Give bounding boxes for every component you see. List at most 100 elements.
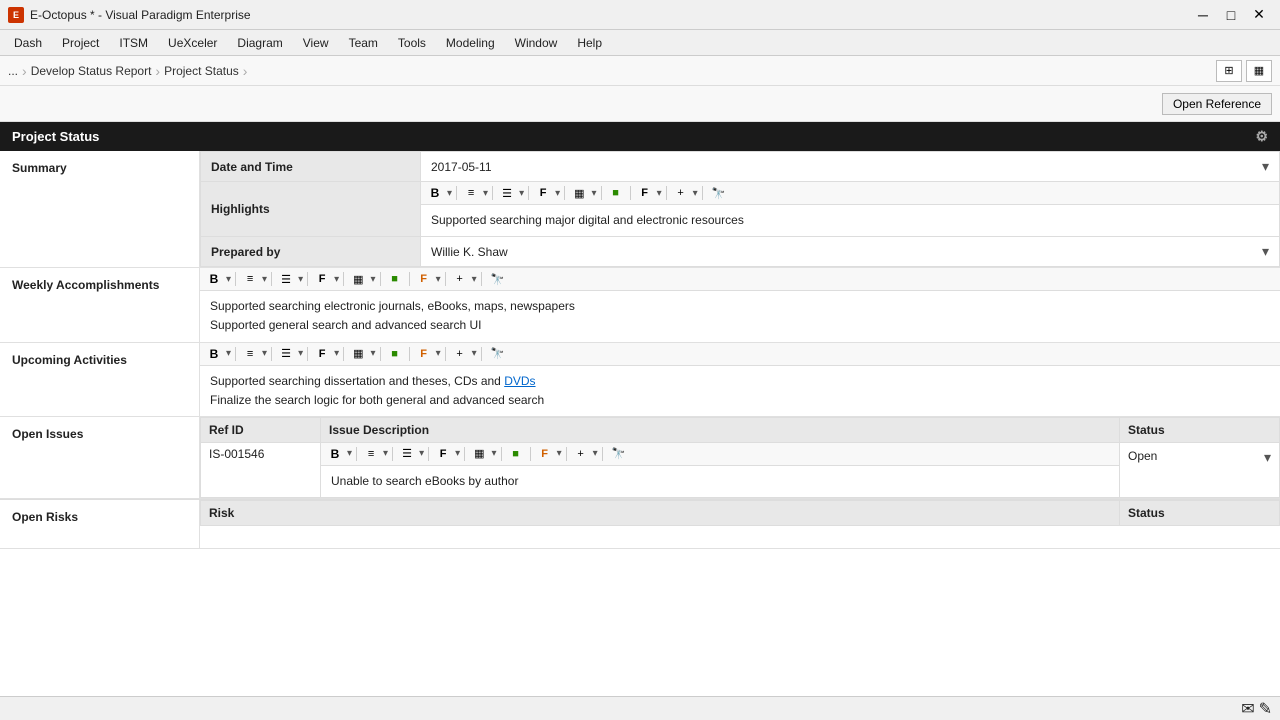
plus-drop-weekly[interactable]: ▾: [472, 274, 477, 285]
align-drop-upcoming[interactable]: ▾: [262, 348, 267, 359]
prepared-by-value: Willie K. Shaw: [431, 245, 508, 259]
settings-icon[interactable]: ⚙: [1255, 128, 1268, 145]
table-drop-weekly[interactable]: ▾: [371, 274, 376, 285]
align-drop-weekly[interactable]: ▾: [262, 274, 267, 285]
table-btn-upcoming[interactable]: ▦: [348, 345, 368, 363]
edit-icon[interactable]: ✎: [1259, 699, 1272, 719]
font-btn-upcoming[interactable]: F: [312, 345, 332, 363]
green-btn-upcoming[interactable]: ■: [385, 345, 405, 363]
breadcrumb-project-status[interactable]: Project Status: [164, 64, 239, 78]
bold-btn-upcoming[interactable]: B: [204, 345, 224, 363]
menu-tools[interactable]: Tools: [388, 32, 436, 54]
table-btn-highlights[interactable]: ▦: [569, 184, 589, 202]
menu-uexceler[interactable]: UeXceler: [158, 32, 227, 54]
bold-drop-highlights[interactable]: ▾: [447, 188, 452, 199]
sep1: [456, 186, 457, 200]
align-btn-highlights[interactable]: ≡: [461, 184, 481, 202]
weekly-label: Weekly Accomplishments: [0, 268, 200, 341]
table-btn-issue[interactable]: ▦: [469, 445, 489, 463]
mail-icon[interactable]: ✉: [1241, 699, 1254, 719]
green-btn-weekly[interactable]: ■: [385, 270, 405, 288]
menu-dash[interactable]: Dash: [4, 32, 52, 54]
menu-window[interactable]: Window: [505, 32, 568, 54]
search-btn-weekly[interactable]: 🔭: [486, 270, 510, 288]
restore-button[interactable]: □: [1218, 5, 1244, 25]
search-btn-highlights[interactable]: 🔭: [707, 184, 731, 202]
prepared-by-dropdown[interactable]: ▾: [1262, 243, 1269, 260]
color-btn-weekly[interactable]: F: [414, 270, 434, 288]
date-time-dropdown-arrow[interactable]: ▾: [1262, 158, 1269, 175]
menu-project[interactable]: Project: [52, 32, 109, 54]
risks-header-row: Risk Status: [201, 501, 1280, 526]
plus-drop-upcoming[interactable]: ▾: [472, 348, 477, 359]
menu-view[interactable]: View: [293, 32, 339, 54]
color-drop-highlights[interactable]: ▾: [657, 188, 662, 199]
green-btn-highlights[interactable]: ■: [606, 184, 626, 202]
breadcrumb-icon-table[interactable]: ▦: [1246, 60, 1272, 82]
bold-drop-weekly[interactable]: ▾: [226, 274, 231, 285]
open-issues-content: Ref ID Issue Description Status IS-00154…: [200, 417, 1280, 498]
align-btn-weekly[interactable]: ≡: [240, 270, 260, 288]
align-drop-highlights[interactable]: ▾: [483, 188, 488, 199]
plus-btn-upcoming[interactable]: +: [450, 345, 470, 363]
font-btn-weekly[interactable]: F: [312, 270, 332, 288]
menu-itsm[interactable]: ITSM: [109, 32, 158, 54]
menu-team[interactable]: Team: [339, 32, 388, 54]
list-drop-highlights[interactable]: ▾: [519, 188, 524, 199]
align-btn-issue[interactable]: ≡: [361, 445, 381, 463]
open-reference-button[interactable]: Open Reference: [1162, 93, 1272, 115]
table-drop-upcoming[interactable]: ▾: [371, 348, 376, 359]
menu-diagram[interactable]: Diagram: [227, 32, 292, 54]
green-btn-issue[interactable]: ■: [506, 445, 526, 463]
highlights-label: Highlights: [211, 202, 270, 216]
font-drop-weekly[interactable]: ▾: [334, 274, 339, 285]
bold-drop-upcoming[interactable]: ▾: [226, 348, 231, 359]
menu-help[interactable]: Help: [567, 32, 612, 54]
color-btn-highlights[interactable]: F: [635, 184, 655, 202]
color-btn-issue[interactable]: F: [535, 445, 555, 463]
open-issues-label: Open Issues: [0, 417, 200, 498]
dvds-link[interactable]: DVDs: [504, 374, 535, 388]
search-btn-issue[interactable]: 🔭: [607, 445, 631, 463]
list-btn-weekly[interactable]: ☰: [276, 270, 296, 288]
list-drop-upcoming[interactable]: ▾: [298, 348, 303, 359]
bold-btn-issue[interactable]: B: [325, 445, 345, 463]
table-btn-weekly[interactable]: ▦: [348, 270, 368, 288]
issue-status-dropdown[interactable]: ▾: [1264, 449, 1271, 466]
breadcrumb-ellipsis[interactable]: ...: [8, 64, 18, 78]
sep2: [492, 186, 493, 200]
table-drop-highlights[interactable]: ▾: [592, 188, 597, 199]
plus-btn-weekly[interactable]: +: [450, 270, 470, 288]
highlights-text[interactable]: Supported searching major digital and el…: [421, 205, 1279, 236]
breadcrumb-develop-status[interactable]: Develop Status Report: [31, 64, 152, 78]
upcoming-text[interactable]: Supported searching dissertation and the…: [200, 366, 1280, 416]
list-btn-highlights[interactable]: ☰: [497, 184, 517, 202]
minimize-button[interactable]: ─: [1190, 5, 1216, 25]
search-btn-upcoming[interactable]: 🔭: [486, 345, 510, 363]
plus-drop-highlights[interactable]: ▾: [693, 188, 698, 199]
highlights-toolbar: B ▾ ≡ ▾ ☰ ▾ F ▾ ▦: [421, 182, 1279, 205]
breadcrumb-icon-grid[interactable]: ⊞: [1216, 60, 1242, 82]
bold-btn-highlights[interactable]: B: [425, 184, 445, 202]
issue-description-text[interactable]: Unable to search eBooks by author: [321, 466, 1119, 497]
font-btn-issue[interactable]: F: [433, 445, 453, 463]
font-drop-upcoming[interactable]: ▾: [334, 348, 339, 359]
color-drop-weekly[interactable]: ▾: [436, 274, 441, 285]
color-drop-upcoming[interactable]: ▾: [436, 348, 441, 359]
font-btn-highlights[interactable]: F: [533, 184, 553, 202]
weekly-content: B ▾ ≡ ▾ ☰ ▾ F ▾ ▦ ▾ ■ F ▾ +: [200, 268, 1280, 341]
page-header: Project Status ⚙: [0, 122, 1280, 151]
font-drop-highlights[interactable]: ▾: [555, 188, 560, 199]
list-drop-weekly[interactable]: ▾: [298, 274, 303, 285]
close-button[interactable]: ✕: [1246, 5, 1272, 25]
bold-btn-weekly[interactable]: B: [204, 270, 224, 288]
issue-description-cell: B ▾ ≡ ▾ ☰ ▾ F ▾: [321, 442, 1120, 497]
plus-btn-issue[interactable]: +: [571, 445, 591, 463]
color-btn-upcoming[interactable]: F: [414, 345, 434, 363]
list-btn-upcoming[interactable]: ☰: [276, 345, 296, 363]
list-btn-issue[interactable]: ☰: [397, 445, 417, 463]
menu-modeling[interactable]: Modeling: [436, 32, 505, 54]
plus-btn-highlights[interactable]: +: [671, 184, 691, 202]
weekly-text[interactable]: Supported searching electronic journals,…: [200, 291, 1280, 341]
align-btn-upcoming[interactable]: ≡: [240, 345, 260, 363]
